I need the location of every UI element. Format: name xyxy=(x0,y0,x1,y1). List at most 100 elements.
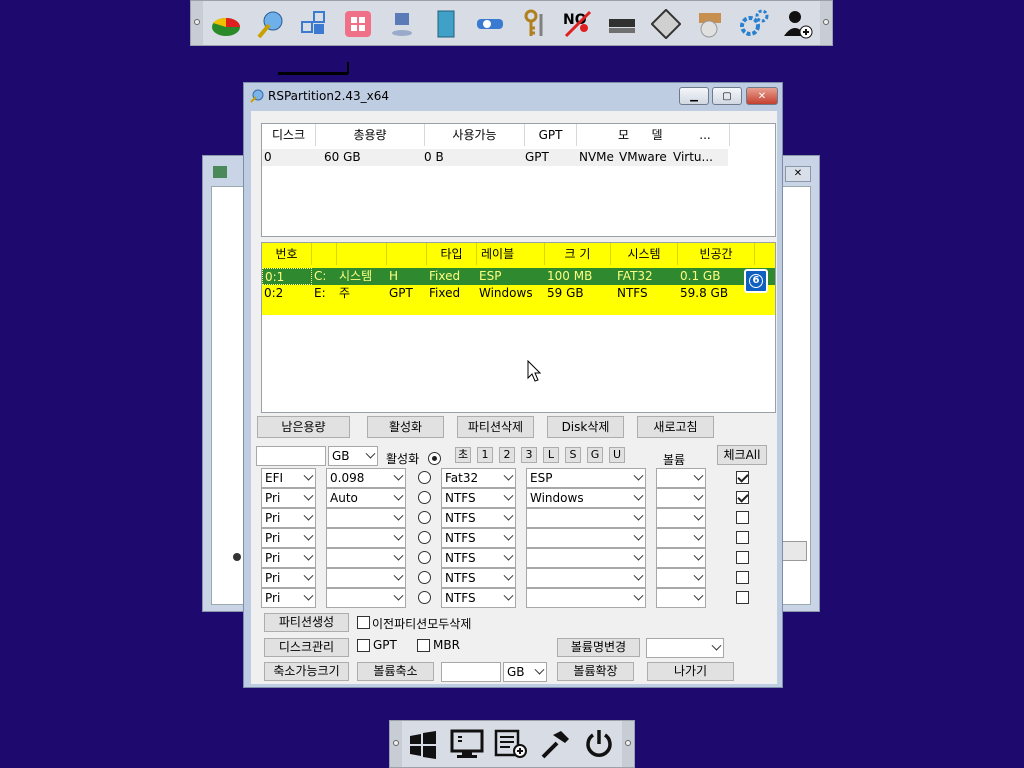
partition-label-select[interactable]: ESP xyxy=(526,468,646,488)
network-tool-icon[interactable] xyxy=(473,7,507,41)
partition-active-radio[interactable] xyxy=(418,571,431,584)
partition-type-select[interactable]: Pri xyxy=(261,548,316,568)
volume-letter-select[interactable] xyxy=(656,528,706,548)
col-free[interactable]: 빈공간 xyxy=(678,243,755,265)
disk-manage-button[interactable]: 디스크관리 xyxy=(264,638,349,657)
mbr-checkbox[interactable] xyxy=(417,639,430,652)
disk-list[interactable]: 디스크 총용량 사용가능 GPT 모 델 ... 0 60 GB 0 B GPT… xyxy=(261,123,776,237)
drive-icon[interactable] xyxy=(605,7,639,41)
filesystem-select[interactable]: NTFS xyxy=(441,548,516,568)
wizard-icon[interactable] xyxy=(253,7,287,41)
partition-size-select[interactable]: Auto xyxy=(326,488,406,508)
filesystem-select[interactable]: Fat32 xyxy=(441,468,516,488)
letter-button-1[interactable]: 1 xyxy=(477,447,493,463)
partition-active-radio[interactable] xyxy=(418,531,431,544)
rename-volume-button[interactable]: 볼륨명변경 xyxy=(557,638,640,657)
title-bar[interactable]: RSPartition2.43_x64 ▁ ▢ ✕ xyxy=(244,83,782,109)
partition-list[interactable]: 번호 타입 레이블 크 기 시스템 빈공간 0:1 C: 시스템 H Fixed… xyxy=(261,242,776,413)
partition-active-radio[interactable] xyxy=(418,551,431,564)
partition-row-selected[interactable]: 0:1 C: 시스템 H Fixed ESP 100 MB FAT32 0.1 … xyxy=(262,268,775,285)
partition-size-select[interactable] xyxy=(326,548,406,568)
partition-badge[interactable]: 6 xyxy=(744,269,768,293)
keys-icon[interactable] xyxy=(517,7,551,41)
launcher-grip-left[interactable] xyxy=(390,721,402,767)
filesystem-select[interactable]: NTFS xyxy=(441,508,516,528)
remaining-capacity-button[interactable]: 남은용량 xyxy=(257,416,350,438)
letter-button-g[interactable]: G xyxy=(587,447,603,463)
extend-volume-button[interactable]: 볼륨확장 xyxy=(557,662,634,681)
monitor-icon[interactable] xyxy=(450,727,484,761)
add-user-icon[interactable] xyxy=(781,7,815,41)
partition-row-checkbox[interactable] xyxy=(736,551,749,564)
network-computer-icon[interactable] xyxy=(385,7,419,41)
partition-label-select[interactable] xyxy=(526,508,646,528)
launcher-grip-right[interactable] xyxy=(622,721,634,767)
partition-row-checkbox[interactable] xyxy=(736,591,749,604)
no-password-icon[interactable]: NO xyxy=(561,7,595,41)
volume-letter-select[interactable] xyxy=(656,548,706,568)
partition-size-select[interactable] xyxy=(326,528,406,548)
col-label[interactable]: 레이블 xyxy=(477,243,545,265)
col-total[interactable]: 총용량 xyxy=(316,124,425,146)
filesystem-select[interactable]: NTFS xyxy=(441,588,516,608)
exit-button[interactable]: 나가기 xyxy=(647,662,734,681)
volume-letter-select[interactable] xyxy=(656,588,706,608)
letter-button-s[interactable]: S xyxy=(565,447,581,463)
volume-letter-select[interactable] xyxy=(656,508,706,528)
delete-previous-checkbox[interactable] xyxy=(357,616,370,629)
partition-label-select[interactable] xyxy=(526,528,646,548)
shrink-size-input[interactable] xyxy=(441,662,501,682)
filesystem-select[interactable]: NTFS xyxy=(441,528,516,548)
partition-size-select[interactable] xyxy=(326,508,406,528)
volume-letter-select[interactable] xyxy=(656,488,706,508)
letter-button-2[interactable]: 2 xyxy=(499,447,515,463)
partition-type-select[interactable]: Pri xyxy=(261,568,316,588)
shrink-unit-select[interactable]: GB xyxy=(503,662,547,682)
letter-button-init[interactable]: 초 xyxy=(455,447,471,463)
size-unit-select[interactable]: GB xyxy=(328,446,378,466)
col-more[interactable]: ... xyxy=(681,124,730,146)
col-flag[interactable] xyxy=(387,243,427,265)
book-icon[interactable] xyxy=(429,7,463,41)
delete-disk-button[interactable]: Disk삭제 xyxy=(547,416,624,438)
col-filesystem[interactable]: 시스템 xyxy=(611,243,678,265)
partition-label-select[interactable] xyxy=(526,548,646,568)
filesystem-select[interactable]: NTFS xyxy=(441,568,516,588)
partition-tool-icon[interactable] xyxy=(209,7,243,41)
volume-letter-select[interactable] xyxy=(646,638,724,658)
partition-active-radio[interactable] xyxy=(418,491,431,504)
size-input[interactable] xyxy=(256,446,326,466)
partition-active-radio[interactable] xyxy=(418,511,431,524)
col-model-b[interactable]: 델 xyxy=(633,124,681,146)
partition-size-select[interactable] xyxy=(326,568,406,588)
col-available[interactable]: 사용가능 xyxy=(425,124,525,146)
windows-store-icon[interactable] xyxy=(341,7,375,41)
volume-letter-select[interactable] xyxy=(656,568,706,588)
rspartition-window[interactable]: RSPartition2.43_x64 ▁ ▢ ✕ 디스크 총용량 사용가능 G… xyxy=(243,82,783,688)
shrink-volume-button[interactable]: 볼륨축소 xyxy=(357,662,434,681)
partition-type-select[interactable]: Pri xyxy=(261,528,316,548)
gpt-checkbox[interactable] xyxy=(357,639,370,652)
partition-active-radio[interactable] xyxy=(418,591,431,604)
tiles-icon[interactable] xyxy=(297,7,331,41)
create-partition-button[interactable]: 파티션생성 xyxy=(264,613,349,632)
partition-row-checkbox[interactable] xyxy=(736,511,749,524)
partition-active-radio[interactable] xyxy=(418,471,431,484)
partition-size-select[interactable] xyxy=(326,588,406,608)
partition-row-checkbox[interactable] xyxy=(736,491,749,504)
windows-start-icon[interactable] xyxy=(406,727,440,761)
power-icon[interactable] xyxy=(582,727,616,761)
list-add-icon[interactable] xyxy=(494,727,528,761)
partition-row-checkbox[interactable] xyxy=(736,531,749,544)
partition-type-select[interactable]: Pri xyxy=(261,588,316,608)
col-gpt[interactable]: GPT xyxy=(525,124,577,146)
floppy-icon[interactable] xyxy=(649,7,683,41)
partition-label-select[interactable]: Windows xyxy=(526,488,646,508)
hammer-icon[interactable] xyxy=(538,727,572,761)
launcher-grip-left[interactable] xyxy=(191,1,203,45)
partition-row-checkbox[interactable] xyxy=(736,571,749,584)
partition-size-select[interactable]: 0.098 xyxy=(326,468,406,488)
col-letter[interactable] xyxy=(312,243,337,265)
partition-row-checkbox[interactable] xyxy=(736,471,749,484)
gear-icon[interactable] xyxy=(737,7,771,41)
